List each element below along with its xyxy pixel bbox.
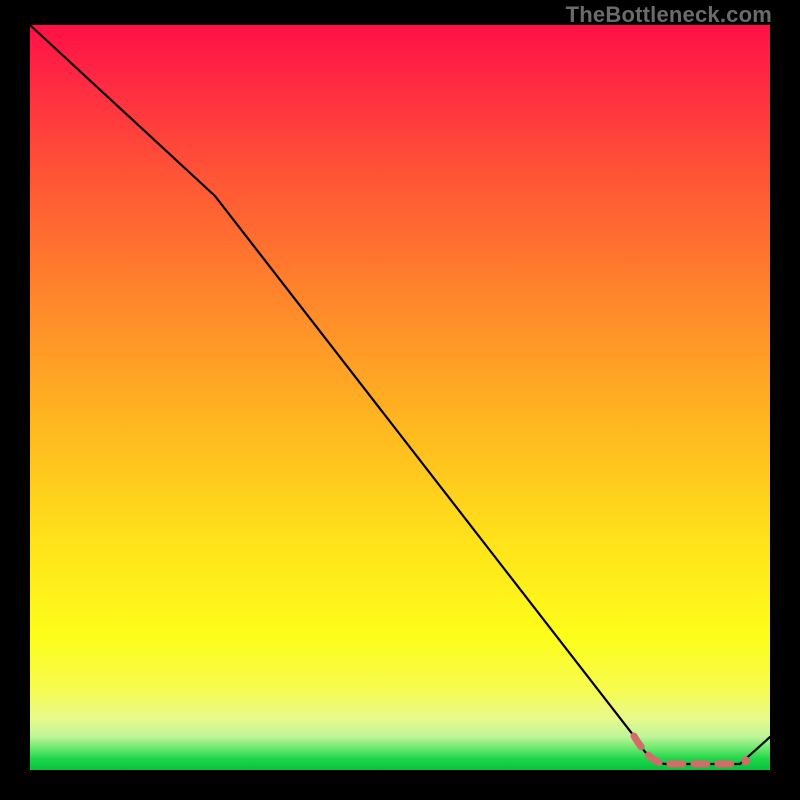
highlight-dash [634,736,736,764]
plot-area [30,25,770,770]
chart-stage: TheBottleneck.com [0,0,800,800]
highlight-end-dot [742,757,751,766]
main-curve [30,25,770,764]
plot-svg [30,25,770,770]
